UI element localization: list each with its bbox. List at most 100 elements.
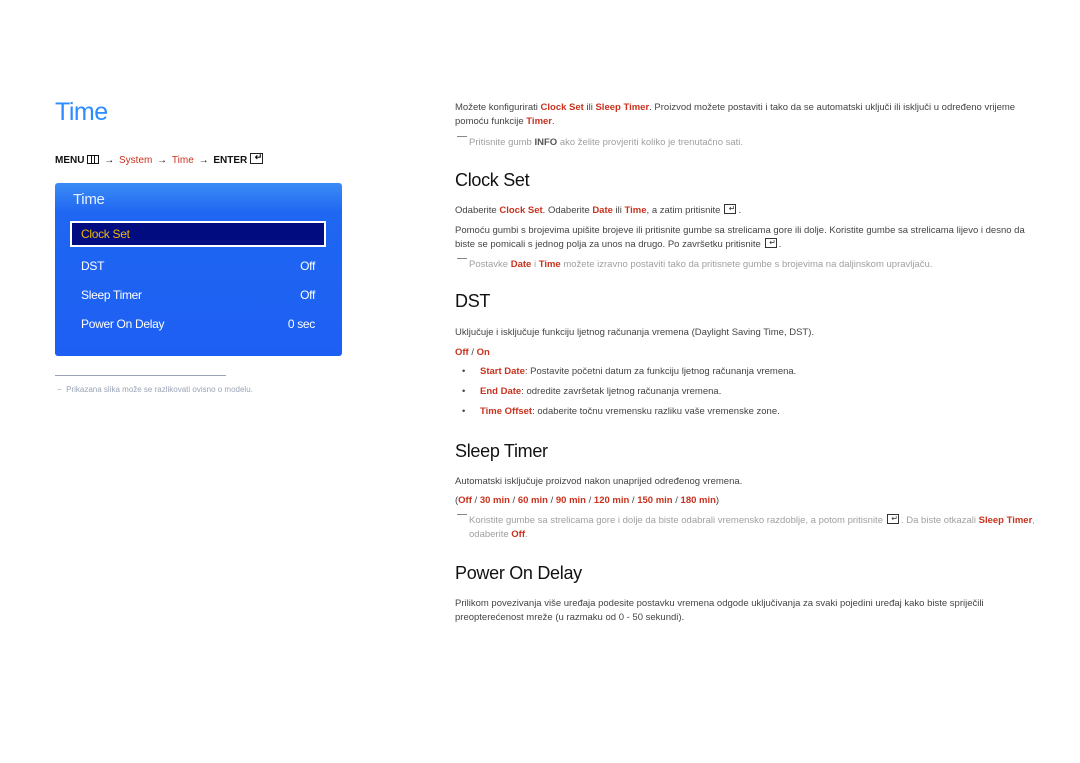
highlight-sleep-timer: Sleep Timer <box>978 515 1033 526</box>
intro-paragraph: Možete konfigurirati Clock Set ili Sleep… <box>455 101 1030 129</box>
footnote: − Prikazana slika može se razlikovati ov… <box>57 385 253 394</box>
text: . <box>552 116 555 127</box>
highlight-sleep-timer: Sleep Timer <box>595 102 650 113</box>
page-title: Time <box>55 98 108 126</box>
bullet-text: : odaberite točnu vremensku razliku vaše… <box>532 406 780 417</box>
text: i <box>531 259 539 270</box>
text: . Da biste otkazali <box>900 515 979 526</box>
note-dash <box>457 258 467 259</box>
footnote-dash: − <box>57 385 67 394</box>
osd-item-label: DST <box>81 259 105 273</box>
menu-path-breadcrumb: MENU → System → Time → ENTER ↵ <box>55 153 264 166</box>
option: 150 min <box>637 495 673 506</box>
osd-item-label: Sleep Timer <box>81 288 142 302</box>
bullet-text: : Postavite početni datum za funkciju lj… <box>524 366 797 377</box>
osd-time-menu: Time Clock Set DST Off Sleep Timer Off P… <box>55 183 342 356</box>
osd-item-clock-set[interactable]: Clock Set <box>70 221 326 247</box>
text: možete izravno postaviti tako da pritisn… <box>560 259 933 270</box>
menu-label: MENU <box>55 155 85 166</box>
osd-item-value: 0 sec <box>287 317 315 331</box>
option-on: On <box>476 347 490 358</box>
clock-set-p1: Odaberite Clock Set. Odaberite Date ili … <box>455 202 1030 218</box>
sleep-timer-note: Koristite gumbe sa strelicama gore i dol… <box>455 512 1044 542</box>
breadcrumb-time: Time <box>171 155 194 166</box>
clock-set-p2: Pomoću gumbi s brojevima upišite brojeve… <box>455 224 1030 252</box>
separator: / <box>585 495 594 506</box>
highlight-info: INFO <box>534 137 558 148</box>
option: 180 min <box>680 495 716 506</box>
enter-icon <box>886 512 899 526</box>
separator: / <box>672 495 681 506</box>
osd-item-value: Off <box>300 259 315 273</box>
note-dash <box>457 514 467 515</box>
highlight-clock-set: Clock Set <box>499 205 543 216</box>
text: , a zatim pritisnite <box>646 205 721 216</box>
separator: / <box>471 495 480 506</box>
note-dash <box>457 136 467 137</box>
highlight-date: Date <box>592 205 613 216</box>
text: Možete konfigurirati <box>455 102 541 113</box>
heading-dst: DST <box>455 291 491 311</box>
text: ili <box>583 102 596 113</box>
text: ili <box>612 205 625 216</box>
osd-item-power-on-delay[interactable]: Power On Delay 0 sec <box>70 311 326 337</box>
osd-item-label: Power On Delay <box>81 317 165 331</box>
text: . <box>524 529 528 540</box>
bullet-icon: • <box>462 386 466 397</box>
bullet-label: Start Date <box>480 366 525 377</box>
dst-bullet-end-date: • End Date: odredite završetak ljetnog ra… <box>462 386 721 397</box>
enter-icon <box>764 236 777 250</box>
bullet-label: End Date <box>480 386 522 397</box>
arrow: → <box>157 155 168 166</box>
arrow: → <box>198 155 209 166</box>
dst-options: Off / On <box>455 346 1030 360</box>
osd-item-label: Clock Set <box>81 227 130 241</box>
heading-power-on-delay: Power On Delay <box>455 563 582 583</box>
bullet-icon: • <box>462 406 466 417</box>
option: 30 min <box>479 495 510 506</box>
text: . Odaberite <box>542 205 593 216</box>
highlight-time: Time <box>538 259 561 270</box>
arrow: → <box>104 155 115 166</box>
text: Pomoću gumbi s brojevima upišite brojeve… <box>455 225 1025 250</box>
option: 90 min <box>555 495 586 506</box>
text: Odaberite <box>455 205 500 216</box>
enter-icon <box>724 202 737 216</box>
dst-bullet-start-date: • Start Date: Postavite početni datum za … <box>462 366 796 377</box>
osd-item-sleep-timer[interactable]: Sleep Timer Off <box>70 282 326 308</box>
option: 120 min <box>593 495 630 506</box>
paren: ) <box>715 495 720 506</box>
menu-icon <box>87 155 100 164</box>
footnote-text: Prikazana slika može se razlikovati ovis… <box>66 385 253 394</box>
separator: / <box>509 495 518 506</box>
breadcrumb-system: System <box>119 155 153 166</box>
sleep-timer-options: (Off / 30 min / 60 min / 90 min / 120 mi… <box>455 494 1030 508</box>
bullet-label: Time Offset <box>480 406 533 417</box>
text: Postavke <box>469 259 511 270</box>
dst-bullet-time-offset: • Time Offset: odaberite točnu vremensku … <box>462 406 780 417</box>
text: . <box>778 239 782 250</box>
highlight-timer: Timer <box>526 116 552 127</box>
osd-item-value: Off <box>300 288 315 302</box>
separator: / <box>468 347 477 358</box>
bullet-icon: • <box>462 366 466 377</box>
option-off: Off <box>455 347 469 358</box>
enter-icon: ↵ <box>250 153 264 164</box>
text: Pritisnite gumb <box>469 137 535 148</box>
text: ako želite provjeriti koliko je trenutač… <box>557 137 744 148</box>
dst-p1: Uključuje i isključuje funkciju ljetnog … <box>455 327 815 338</box>
text: Koristite gumbe sa strelicama gore i dol… <box>469 515 883 526</box>
footnote-divider <box>55 375 226 376</box>
bullet-text: : odredite završetak ljetnog računanja v… <box>521 386 722 397</box>
osd-item-dst[interactable]: DST Off <box>70 253 326 279</box>
option: Off <box>458 495 472 506</box>
osd-menu-title: Time <box>73 191 105 208</box>
clock-set-note: Postavke Date i Time možete izravno post… <box>455 258 1044 272</box>
highlight-time: Time <box>624 205 647 216</box>
power-on-delay-p1: Prilikom povezivanja više uređaja podesi… <box>455 598 984 623</box>
highlight-date: Date <box>510 259 532 270</box>
highlight-clock-set: Clock Set <box>540 102 584 113</box>
heading-clock-set: Clock Set <box>455 170 530 190</box>
intro-note: Pritisnite gumb INFO ako želite provjeri… <box>455 136 1044 150</box>
sleep-timer-p1: Automatski isključuje proizvod nakon una… <box>455 476 743 487</box>
